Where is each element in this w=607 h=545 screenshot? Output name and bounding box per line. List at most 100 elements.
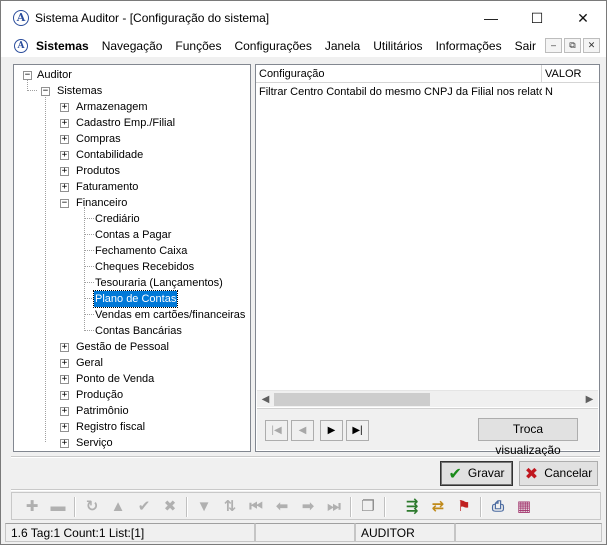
sort-icon[interactable]: ⇅ (220, 497, 240, 517)
tree-leaf-label[interactable]: Plano de Contas (92, 290, 179, 308)
scroll-right-icon[interactable]: ▶ (581, 391, 598, 408)
collapse-icon[interactable]: − (60, 199, 69, 208)
tree-node-label[interactable]: Faturamento (75, 179, 139, 195)
main-window: A Sistema Auditor - [Configuração do sis… (0, 0, 607, 545)
menu-navegacao[interactable]: Navegação (102, 39, 163, 53)
tree-node-label[interactable]: Geral (75, 355, 104, 371)
tree-leaf-label[interactable]: Vendas em cartões/financeiras (94, 307, 246, 323)
collapse-icon[interactable]: − (41, 87, 50, 96)
export-icon[interactable]: ⇶ (402, 497, 422, 517)
transfer-icon[interactable]: ⇄ (428, 497, 448, 517)
next-icon[interactable]: ➡ (298, 497, 318, 517)
cell-valor[interactable]: N (542, 84, 599, 100)
close-button[interactable]: ✕ (560, 1, 606, 35)
toggle-view-button[interactable]: Troca visualização (478, 418, 578, 457)
scrollbar-thumb[interactable] (274, 393, 430, 406)
column-header-configuracao[interactable]: Configuração (256, 65, 542, 83)
copy-icon[interactable]: ❐ (358, 497, 378, 517)
tree-node-label[interactable]: Serviço (75, 435, 114, 451)
first-icon[interactable]: ⏮ (246, 497, 266, 517)
record-toolbar: ✚ ▬ ↻ ▲ ✔ ✖ ▼ ⇅ ⏮ ⬅ ➡ ⏭ ❐ ⇶ ⇄ ⚑ ⎙ ▦ (11, 492, 601, 520)
tree-node-label[interactable]: Registro fiscal (75, 419, 146, 435)
remove-icon[interactable]: ▬ (48, 497, 68, 517)
expand-icon[interactable]: + (60, 167, 69, 176)
menu-configuracoes[interactable]: Configurações (234, 39, 311, 53)
menu-utilitarios[interactable]: Utilitários (373, 39, 422, 53)
menu-funcoes[interactable]: Funções (175, 39, 221, 53)
expand-icon[interactable]: + (60, 439, 69, 448)
tree-node-label[interactable]: Compras (75, 131, 122, 147)
check-icon: ✔ (448, 466, 462, 483)
separator (11, 489, 600, 491)
tag-icon[interactable]: ⚑ (454, 497, 474, 517)
expand-icon[interactable]: + (60, 135, 69, 144)
expand-icon[interactable]: + (60, 375, 69, 384)
print-icon[interactable]: ⎙ (488, 497, 508, 517)
expand-icon[interactable]: + (60, 151, 69, 160)
config-tree[interactable]: − Auditor − Sistemas + Armazenagem + Cad… (13, 64, 251, 452)
horizontal-scrollbar[interactable]: ◀ ▶ (257, 390, 598, 407)
expand-icon[interactable]: + (60, 119, 69, 128)
menu-sistemas[interactable]: Sistemas (36, 39, 89, 53)
collapse-icon[interactable]: − (23, 71, 32, 80)
menu-informacoes[interactable]: Informações (436, 39, 502, 53)
tree-node-label[interactable]: Ponto de Venda (75, 371, 155, 387)
last-icon[interactable]: ⏭ (324, 497, 344, 517)
tree-node-label[interactable]: Cadastro Emp./Filial (75, 115, 176, 131)
expand-icon[interactable]: + (60, 407, 69, 416)
tree-leaf-label[interactable]: Contas a Pagar (94, 227, 172, 243)
tree-node-label[interactable]: Produtos (75, 163, 121, 179)
move-up-icon[interactable]: ▲ (108, 497, 128, 517)
tree-leaf-label[interactable]: Crediário (94, 211, 141, 227)
tree-node-label[interactable]: Patrimônio (75, 403, 130, 419)
tree-leaf-label[interactable]: Fechamento Caixa (94, 243, 188, 259)
last-record-button[interactable]: ▶| (346, 420, 369, 441)
tree-node-label[interactable]: Contabilidade (75, 147, 144, 163)
menu-sair[interactable]: Sair (515, 39, 536, 53)
expand-icon[interactable]: + (60, 423, 69, 432)
menu-janela[interactable]: Janela (325, 39, 360, 53)
add-icon[interactable]: ✚ (22, 497, 42, 517)
cancel-button[interactable]: ✖ Cancelar (519, 461, 598, 486)
confirm-icon[interactable]: ✔ (134, 497, 154, 517)
prior-record-button[interactable]: ◀ (291, 420, 314, 441)
minimize-button[interactable]: — (468, 1, 514, 35)
tree-node-label[interactable]: Armazenagem (75, 99, 149, 115)
refresh-icon[interactable]: ↻ (82, 497, 102, 517)
tree-node-label[interactable]: Gestão de Pessoal (75, 339, 170, 355)
mdi-close-button[interactable]: ✕ (583, 38, 600, 53)
tree-node-label[interactable]: Produção (75, 387, 124, 403)
separator (11, 456, 600, 458)
previous-icon[interactable]: ⬅ (272, 497, 292, 517)
filter-icon[interactable]: ▼ (194, 497, 214, 517)
mdi-restore-button[interactable]: ⧉ (564, 38, 581, 53)
tree-node-label[interactable]: Auditor (36, 67, 73, 83)
maximize-button[interactable]: ☐ (514, 1, 560, 35)
tree-leaf-label[interactable]: Tesouraria (Lançamentos) (94, 275, 224, 291)
tree-node-label[interactable]: Sistemas (56, 83, 103, 99)
column-header-valor[interactable]: VALOR (542, 65, 599, 83)
status-user: AUDITOR (355, 523, 455, 542)
first-record-button[interactable]: |◀ (265, 420, 288, 441)
expand-icon[interactable]: + (60, 343, 69, 352)
app-menu-icon[interactable]: A (14, 39, 28, 53)
window-controls: — ☐ ✕ (468, 1, 606, 35)
next-record-button[interactable]: ▶ (320, 420, 343, 441)
table-row[interactable]: Filtrar Centro Contabil do mesmo CNPJ da… (256, 84, 599, 100)
delete-icon[interactable]: ✖ (160, 497, 180, 517)
save-button[interactable]: ✔ Gravar (440, 461, 513, 486)
expand-icon[interactable]: + (60, 359, 69, 368)
expand-icon[interactable]: + (60, 391, 69, 400)
tree-node-label[interactable]: Financeiro (75, 195, 128, 211)
tree-leaf-label[interactable]: Contas Bancárias (94, 323, 183, 339)
mdi-minimize-button[interactable]: – (545, 38, 562, 53)
calendar-icon[interactable]: ▦ (514, 497, 534, 517)
scroll-left-icon[interactable]: ◀ (257, 391, 274, 408)
cell-configuracao[interactable]: Filtrar Centro Contabil do mesmo CNPJ da… (256, 84, 542, 100)
tree-leaf-label[interactable]: Cheques Recebidos (94, 259, 195, 275)
expand-icon[interactable]: + (60, 103, 69, 112)
status-empty (255, 523, 355, 542)
app-logo-icon: A (13, 10, 29, 26)
record-navigator: |◀ ◀ ▶ ▶| Troca visualização (257, 408, 598, 457)
expand-icon[interactable]: + (60, 183, 69, 192)
